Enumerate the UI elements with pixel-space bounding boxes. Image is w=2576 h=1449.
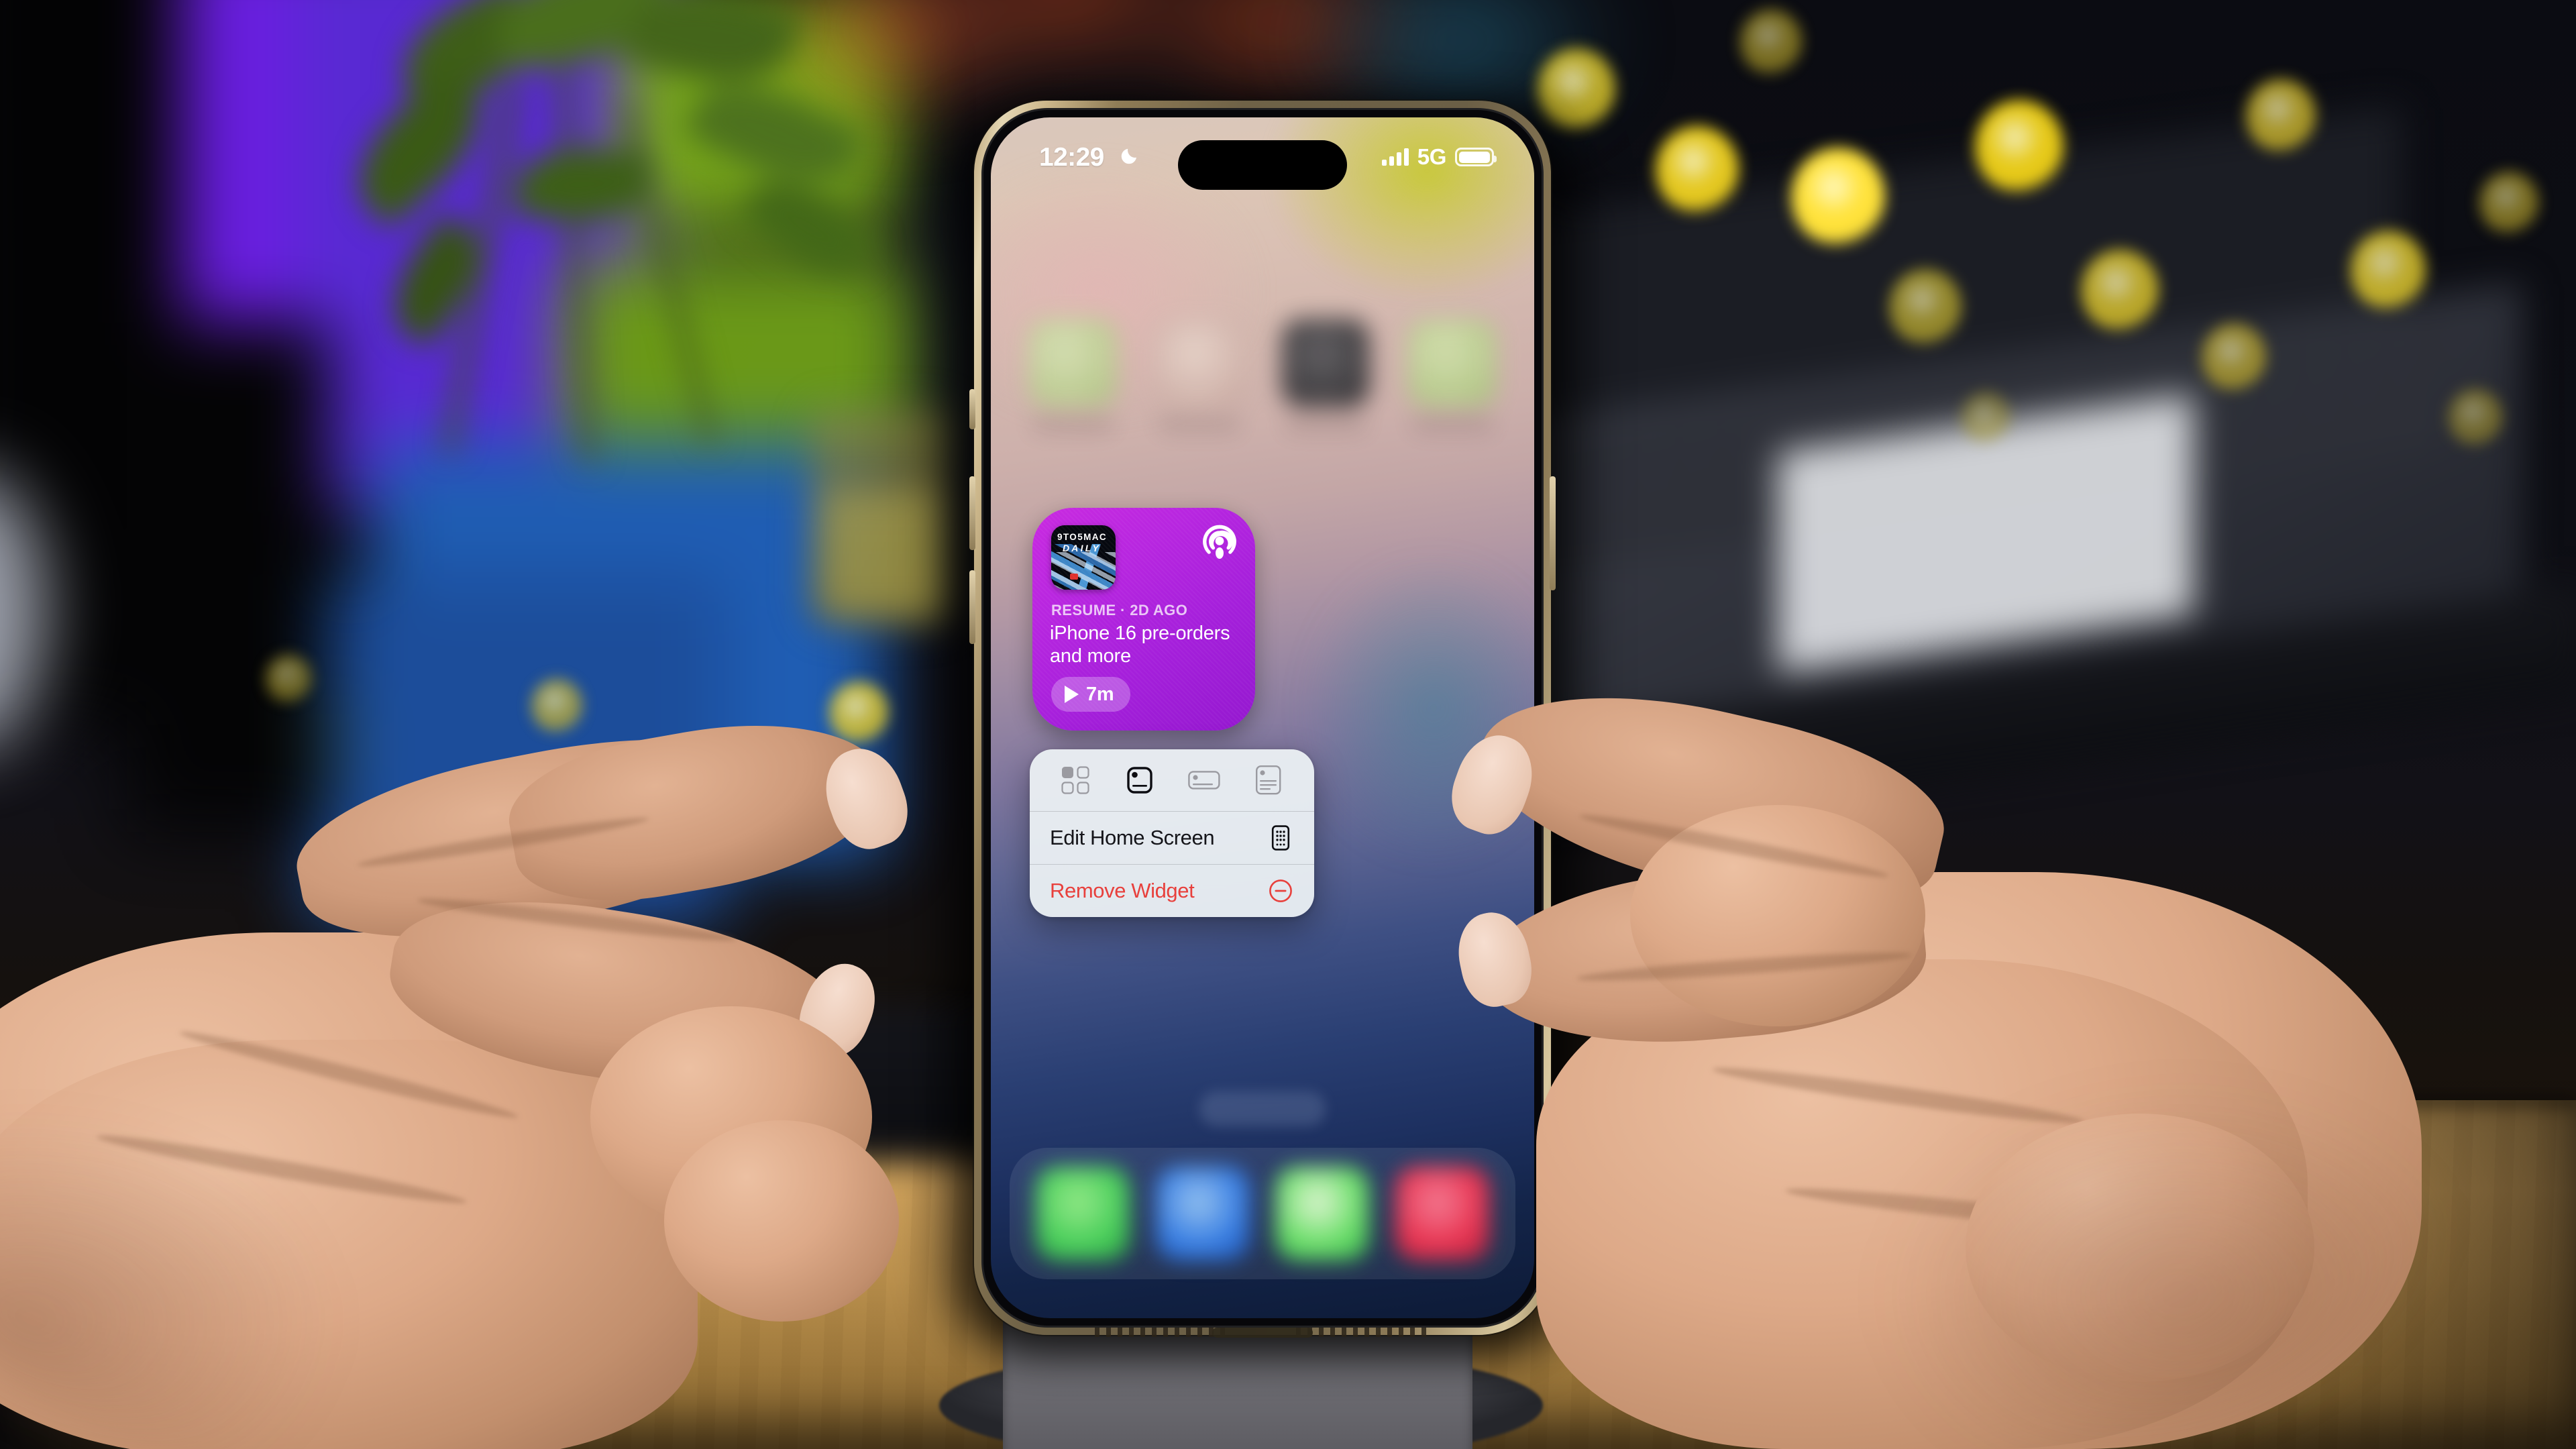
home-screen-app-row bbox=[991, 319, 1534, 473]
apps-on-iphone-icon bbox=[1267, 824, 1294, 851]
menu-item-edit-home-screen[interactable]: Edit Home Screen bbox=[1030, 812, 1314, 864]
bokeh-light bbox=[2246, 79, 2316, 153]
bokeh-light bbox=[1740, 9, 1802, 74]
dock-safari[interactable] bbox=[1155, 1167, 1250, 1260]
speaker-grille-right bbox=[1296, 1328, 1430, 1337]
left-hand bbox=[0, 691, 1013, 1449]
minus-circle-icon bbox=[1267, 877, 1294, 904]
power-button[interactable] bbox=[1550, 476, 1556, 590]
menu-item-remove-widget[interactable]: Remove Widget bbox=[1030, 865, 1314, 917]
widget-play-button[interactable]: 7m bbox=[1051, 677, 1130, 712]
app-icon-4[interactable] bbox=[1407, 319, 1497, 407]
right-hand bbox=[1441, 660, 2469, 1449]
size-option-small-grid[interactable] bbox=[1057, 761, 1094, 799]
artwork-title-line1: 9TO5MAC bbox=[1057, 532, 1108, 542]
volume-up-button[interactable] bbox=[969, 476, 975, 550]
battery-full-icon bbox=[1455, 148, 1497, 166]
bokeh-light bbox=[1656, 126, 1739, 214]
usb-c-port bbox=[1212, 1328, 1313, 1338]
podcasts-icon bbox=[1203, 525, 1236, 559]
dynamic-island[interactable] bbox=[1178, 140, 1347, 190]
size-option-small[interactable] bbox=[1121, 761, 1159, 799]
iphone-device: 12:29 5G 9TO5MAC DAILY RESUME · 2D AGO i… bbox=[943, 101, 1582, 1354]
dock-music[interactable] bbox=[1395, 1167, 1490, 1260]
widget-meta: RESUME · 2D AGO bbox=[1051, 602, 1188, 619]
widget-size-grid-icon bbox=[1061, 766, 1089, 794]
size-option-large[interactable] bbox=[1250, 761, 1287, 799]
app-icon-3[interactable] bbox=[1281, 319, 1371, 407]
dock-phone[interactable] bbox=[1035, 1167, 1130, 1260]
bokeh-light bbox=[2202, 323, 2266, 391]
play-triangle-icon bbox=[1065, 686, 1079, 703]
bokeh-light bbox=[2449, 389, 2502, 445]
volume-down-button[interactable] bbox=[969, 570, 975, 644]
network-type-label: 5G bbox=[1417, 144, 1447, 169]
podcast-artwork: 9TO5MAC DAILY bbox=[1051, 525, 1116, 590]
search-pill[interactable] bbox=[1199, 1091, 1326, 1126]
widget-size-large-icon bbox=[1255, 765, 1281, 795]
crescent-moon-icon bbox=[1121, 148, 1136, 164]
speaker-grille-left bbox=[1095, 1328, 1229, 1337]
widget-context-menu: Edit Home Screen Remove Widget bbox=[1030, 749, 1314, 917]
size-option-medium[interactable] bbox=[1185, 761, 1223, 799]
dock-messages[interactable] bbox=[1275, 1167, 1370, 1260]
bokeh-light bbox=[1791, 148, 1885, 246]
bokeh-light bbox=[2479, 172, 2538, 234]
widget-size-selector bbox=[1030, 749, 1314, 811]
podcasts-widget[interactable]: 9TO5MAC DAILY RESUME · 2D AGO iPhone 16 … bbox=[1032, 508, 1255, 731]
mute-button[interactable] bbox=[969, 389, 975, 429]
artwork-title-line2: DAILY bbox=[1063, 543, 1101, 553]
bokeh-light bbox=[1889, 269, 1962, 345]
widget-duration: 7m bbox=[1086, 683, 1114, 705]
widget-size-medium-icon bbox=[1188, 771, 1220, 790]
photo-scene: 12:29 5G 9TO5MAC DAILY RESUME · 2D AGO i… bbox=[0, 0, 2576, 1449]
phone-screen[interactable]: 12:29 5G 9TO5MAC DAILY RESUME · 2D AGO i… bbox=[991, 117, 1534, 1318]
bokeh-light bbox=[2351, 231, 2426, 310]
menu-item-label: Remove Widget bbox=[1050, 879, 1195, 902]
bokeh-light bbox=[1975, 100, 2063, 193]
app-icon-1[interactable] bbox=[1028, 319, 1118, 407]
app-icon-2[interactable] bbox=[1155, 319, 1244, 407]
menu-item-label: Edit Home Screen bbox=[1050, 826, 1215, 849]
bokeh-light bbox=[1962, 392, 2010, 443]
widget-size-small-icon bbox=[1127, 767, 1152, 794]
widget-episode-title: iPhone 16 pre-orders and more bbox=[1050, 623, 1230, 667]
cellular-signal-icon bbox=[1381, 148, 1409, 166]
bokeh-light bbox=[2081, 250, 2159, 331]
dock bbox=[1010, 1148, 1515, 1279]
status-time: 12:29 bbox=[1039, 143, 1104, 172]
